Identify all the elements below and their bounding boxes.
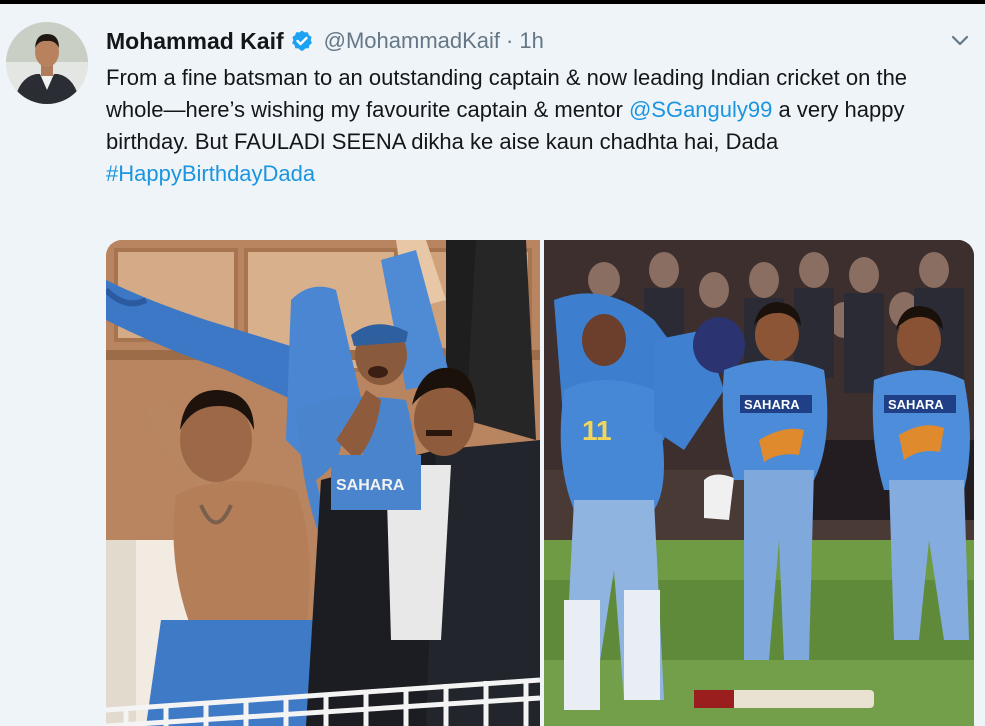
tweet-media: SAHARA 11 SAHARA SAHARA [106,240,974,726]
right-jersey-sponsor-1: SAHARA [744,397,800,412]
author-handle[interactable]: @MohammadKaif [324,28,500,54]
avatar[interactable] [6,22,88,104]
right-jersey-sponsor-2: SAHARA [888,397,944,412]
tweet-text: From a fine batsman to an outstanding ca… [106,62,966,190]
photo-field-celebration[interactable]: 11 SAHARA SAHARA [544,240,974,726]
photo-balcony-celebration[interactable]: SAHARA [106,240,540,726]
verified-badge-icon [290,29,314,53]
tweet-timestamp[interactable]: 1h [519,28,543,54]
author-name[interactable]: Mohammad Kaif [106,28,284,55]
hashtag-link[interactable]: #HappyBirthdayDada [106,161,315,186]
chevron-down-icon[interactable] [948,28,972,52]
separator-dot: · [506,28,514,53]
jersey-number: 11 [582,415,612,446]
mention-link[interactable]: @SGanguly99 [629,97,772,122]
tweet-header: Mohammad Kaif @MohammadKaif · 1h [106,26,544,56]
top-border [0,0,985,4]
left-jersey-sponsor: SAHARA [336,477,405,494]
